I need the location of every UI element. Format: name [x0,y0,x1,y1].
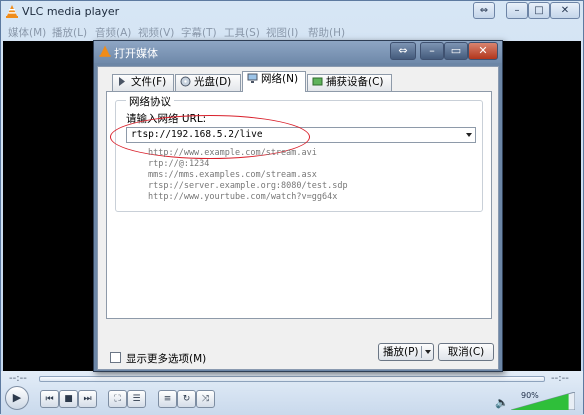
time-total: --:-- [551,373,569,384]
seek-bar[interactable] [39,376,545,382]
previous-icon[interactable]: ⏮ [40,390,59,408]
tab-network-label: 网络(N) [261,73,299,85]
dialog-close-button[interactable]: ✕ [468,42,498,60]
main-titlebar: VLC media player ⇔ – □ ✕ [1,1,583,22]
url-examples: http://www.example.com/stream.avi rtp://… [148,148,348,203]
tab-capture-device[interactable]: 捕获设备(C) [307,74,392,91]
speaker-icon[interactable]: 🔈 [495,396,509,409]
capture-device-icon [312,77,323,86]
dialog-body: 文件(F) 光盘(D) 网络(N) 捕获设备(C) 网络协议 请输入网络 URL… [97,66,499,370]
vlc-cone-icon [99,45,111,57]
disc-icon [180,76,191,87]
time-elapsed: --:-- [9,373,27,384]
dialog-title: 打开媒体 [114,47,158,60]
volume-percent: 90% [521,391,539,400]
restore-size-button[interactable]: ⇔ [473,2,495,19]
chevron-down-icon[interactable] [425,350,431,354]
open-media-dialog: 打开媒体 ⇔ – ▭ ✕ 文件(F) 光盘(D) 网络(N) 捕获设备(C) 网… [93,40,503,372]
loop-icon[interactable]: ↻ [177,390,196,408]
maximize-button[interactable]: □ [528,2,550,19]
menu-subtitle[interactable]: 字幕(T) [181,25,217,40]
play-button[interactable]: ▶ [5,386,29,410]
more-options-checkbox[interactable] [110,352,121,363]
fullscreen-icon[interactable]: ⛶ [108,390,127,408]
menu-video[interactable]: 视频(V) [138,25,174,40]
menu-view[interactable]: 视图(I) [266,25,298,40]
dialog-titlebar: 打开媒体 ⇔ – ▭ ✕ [94,41,502,63]
more-options-label: 显示更多选项(M) [126,353,207,365]
split-divider [421,346,422,358]
extended-settings-icon[interactable]: ☰ [127,390,146,408]
file-icon [119,77,125,86]
play-button-label: 播放(P) [383,346,419,358]
minimize-button[interactable]: – [506,2,528,19]
network-tab-panel: 网络协议 请输入网络 URL: rtsp://192.168.5.2/live … [106,91,492,319]
tab-disc-label: 光盘(D) [194,76,232,88]
example-url: http://www.yourtube.com/watch?v=gg64x [148,192,338,202]
close-button[interactable]: ✕ [550,2,580,19]
play-button-split[interactable]: 播放(P) [378,343,434,361]
vlc-cone-icon [6,5,18,18]
menu-bar: 媒体(M) 播放(L) 音频(A) 视频(V) 字幕(T) 工具(S) 视图(I… [1,22,583,40]
shuffle-icon[interactable]: ⤨ [196,390,215,408]
dialog-minimize-button[interactable]: – [420,42,444,60]
cancel-button[interactable]: 取消(C) [438,343,494,361]
menu-media[interactable]: 媒体(M) [8,25,46,40]
tab-file-label: 文件(F) [131,76,167,88]
menu-playback[interactable]: 播放(L) [52,25,87,40]
example-url: mms://mms.examples.com/stream.asx [148,170,317,180]
tab-capture-device-label: 捕获设备(C) [326,76,384,88]
example-url: rtp://@:1234 [148,159,210,169]
tab-disc[interactable]: 光盘(D) [175,74,241,91]
chevron-down-icon[interactable] [466,133,472,137]
group-title: 网络协议 [126,94,174,109]
dialog-maximize-button[interactable]: ▭ [444,42,468,60]
next-icon[interactable]: ⏭ [78,390,97,408]
tab-file[interactable]: 文件(F) [112,74,174,91]
dialog-restore-button[interactable]: ⇔ [390,42,416,60]
tab-network[interactable]: 网络(N) [242,71,306,92]
example-url: http://www.example.com/stream.avi [148,148,317,158]
network-protocol-group: 网络协议 请输入网络 URL: rtsp://192.168.5.2/live … [110,94,483,212]
stop-icon[interactable]: ■ [59,390,78,408]
playlist-icon[interactable]: ≡ [158,390,177,408]
app-title: VLC media player [22,5,120,18]
menu-tools[interactable]: 工具(S) [224,25,260,40]
playback-controls: --:-- --:-- ▶ ⏮ ■ ⏭ ⛶ ☰ ≡ ↻ ⤨ 🔈 90% [1,371,583,415]
menu-help[interactable]: 帮助(H) [308,25,345,40]
menu-audio[interactable]: 音频(A) [95,25,131,40]
example-url: rtsp://server.example.org:8080/test.sdp [148,181,348,191]
network-icon [247,73,258,83]
